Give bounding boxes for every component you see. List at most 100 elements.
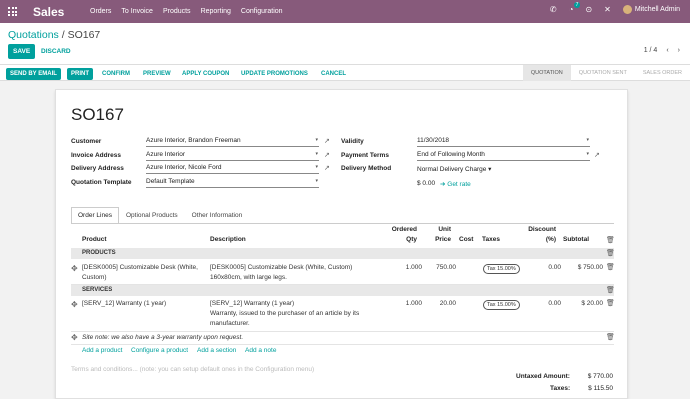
menu-products[interactable]: Products [163, 8, 191, 15]
col-discount[interactable]: Discount (%) [516, 225, 556, 245]
cancel-button[interactable]: CANCEL [317, 68, 350, 80]
customer-value: Azure Interior, Brandon Freeman [146, 137, 241, 144]
line2-price[interactable]: 20.00 [426, 299, 456, 309]
activity-icon[interactable]: ⊙ [585, 5, 592, 14]
add-note-link[interactable]: Add a note [245, 347, 276, 354]
line1-tax-badge[interactable]: Tax 15.00% [483, 264, 520, 274]
delivery-method-field[interactable]: Normal Delivery Charge ▾ [417, 165, 491, 173]
tab-order-lines[interactable]: Order Lines [71, 207, 119, 224]
navbar: Sales Orders To Invoice Products Reporti… [0, 0, 690, 23]
send-by-email-button[interactable]: SEND BY EMAIL [6, 68, 61, 80]
pager-prev-icon[interactable]: ‹ [666, 47, 668, 54]
stage-sales-order[interactable]: SALES ORDER [635, 65, 690, 81]
menu-orders[interactable]: Orders [90, 8, 111, 15]
line1-discount[interactable]: 0.00 [531, 263, 561, 273]
main-menu: Orders To Invoice Products Reporting Con… [90, 8, 283, 15]
save-button[interactable]: SAVE [8, 44, 36, 59]
section-row[interactable]: SERVICES [71, 285, 614, 296]
trash-icon[interactable]: 🗑 [606, 263, 615, 271]
drag-handle-icon[interactable]: ✥ [71, 300, 78, 309]
phone-icon[interactable]: ✆ [550, 5, 557, 14]
col-discount-line1: Discount [528, 226, 556, 233]
get-rate-link[interactable]: ➔ Get rate [440, 180, 471, 188]
line1-product-l1: [DESK0005] Customizable Desk (White, [82, 264, 198, 271]
trash-icon[interactable]: 🗑 [606, 249, 615, 257]
section-row[interactable]: PRODUCTS [71, 248, 614, 259]
stage-quotation-sent[interactable]: QUOTATION SENT [571, 65, 635, 81]
pager-next-icon[interactable]: › [678, 47, 680, 54]
app-name[interactable]: Sales [33, 5, 64, 19]
add-section-link[interactable]: Add a section [197, 347, 236, 354]
drag-handle-icon[interactable]: ✥ [71, 264, 78, 273]
statusbar: SEND BY EMAIL PRINT CONFIRM PREVIEW APPL… [0, 65, 690, 81]
line1-qty[interactable]: 1.000 [392, 263, 422, 273]
stage-quotation[interactable]: QUOTATION [522, 65, 571, 81]
pager-value[interactable]: 1 / 4 [644, 47, 658, 54]
col-cost[interactable]: Cost [459, 235, 473, 245]
preview-button[interactable]: PREVIEW [139, 68, 175, 80]
menu-reporting[interactable]: Reporting [201, 8, 231, 15]
apply-coupon-button[interactable]: APPLY COUPON [178, 68, 233, 80]
confirm-button[interactable]: CONFIRM [98, 68, 134, 80]
delivery-address-field[interactable]: Azure Interior, Nicole Ford ▾ [146, 164, 319, 174]
customer-field[interactable]: Azure Interior, Brandon Freeman ▾ [146, 137, 319, 147]
trash-icon[interactable]: 🗑 [606, 299, 615, 307]
payment-terms-field[interactable]: End of Following Month ▾ [417, 151, 590, 161]
col-product[interactable]: Product [82, 235, 107, 245]
delivery-cost: $ 0.00 [417, 180, 436, 187]
line-note[interactable]: Site note: we also have a 3-year warrant… [82, 333, 243, 343]
apps-grid-icon[interactable] [8, 7, 17, 16]
print-button[interactable]: PRINT [67, 68, 93, 80]
configure-product-link[interactable]: Configure a product [131, 347, 188, 354]
untaxed-amount-label: Untaxed Amount: [516, 373, 570, 380]
line2-discount[interactable]: 0.00 [531, 299, 561, 309]
section-products: PRODUCTS [82, 250, 116, 256]
line1-description[interactable]: [DESK0005] Customizable Desk (White, Cus… [210, 263, 352, 283]
trash-icon[interactable]: 🗑 [606, 286, 615, 294]
chat-icon[interactable]: ◔ 7 [569, 2, 581, 14]
line2-tax-badge[interactable]: Tax 15.00% [483, 300, 520, 310]
col-qty[interactable]: Ordered Qty [381, 225, 417, 245]
chevron-down-icon: ▾ [586, 151, 589, 157]
external-link-icon[interactable]: ↗ [594, 151, 600, 159]
col-taxes[interactable]: Taxes [482, 235, 500, 245]
line2-qty[interactable]: 1.000 [392, 299, 422, 309]
col-description[interactable]: Description [210, 235, 246, 245]
line2-product[interactable]: [SERV_12] Warranty (1 year) [82, 299, 166, 309]
quotation-template-field[interactable]: Default Template ▾ [146, 178, 319, 188]
tab-other-information[interactable]: Other Information [185, 207, 250, 224]
invoice-address-field[interactable]: Azure Interior ▾ [146, 151, 319, 161]
line1-desc-l2: 160x80cm, with large legs. [210, 274, 287, 281]
external-link-icon[interactable]: ↗ [324, 164, 330, 172]
breadcrumb-separator: / [61, 29, 65, 41]
col-price[interactable]: Unit Price [424, 225, 451, 245]
col-subtotal[interactable]: Subtotal [563, 235, 589, 245]
tab-optional-products[interactable]: Optional Products [119, 207, 185, 224]
section-services: SERVICES [82, 287, 113, 293]
menu-configuration[interactable]: Configuration [241, 8, 283, 15]
trash-icon[interactable]: 🗑 [606, 333, 615, 341]
discard-button[interactable]: DISCARD [41, 48, 71, 55]
validity-label: Validity [341, 138, 364, 145]
col-qty-line2: Qty [406, 236, 417, 243]
line2-description[interactable]: [SERV_12] Warranty (1 year) Warranty, iss… [210, 299, 359, 329]
invoice-address-value: Azure Interior [146, 151, 186, 158]
update-promotions-button[interactable]: UPDATE PROMOTIONS [237, 68, 312, 80]
delivery-address-label: Delivery Address [71, 165, 124, 172]
breadcrumb-quotations[interactable]: Quotations [8, 29, 59, 41]
user-menu[interactable]: Mitchell Admin [622, 5, 680, 14]
menu-to-invoice[interactable]: To Invoice [121, 8, 153, 15]
validity-field[interactable]: 11/30/2018 ▾ [417, 137, 590, 147]
line1-product[interactable]: [DESK0005] Customizable Desk (White, Cust… [82, 263, 198, 283]
drag-handle-icon[interactable]: ✥ [71, 333, 78, 342]
external-link-icon[interactable]: ↗ [324, 151, 330, 159]
close-icon[interactable]: ✕ [604, 5, 611, 14]
line2-desc-l3: manufacturer. [210, 320, 250, 327]
customer-label: Customer [71, 138, 102, 145]
add-product-link[interactable]: Add a product [82, 347, 122, 354]
line1-price[interactable]: 750.00 [426, 263, 456, 273]
delivery-method-label: Delivery Method [341, 165, 392, 172]
terms-field[interactable]: Terms and conditions... (note: you can s… [71, 365, 316, 375]
external-link-icon[interactable]: ↗ [324, 137, 330, 145]
col-qty-line1: Ordered [391, 226, 417, 233]
